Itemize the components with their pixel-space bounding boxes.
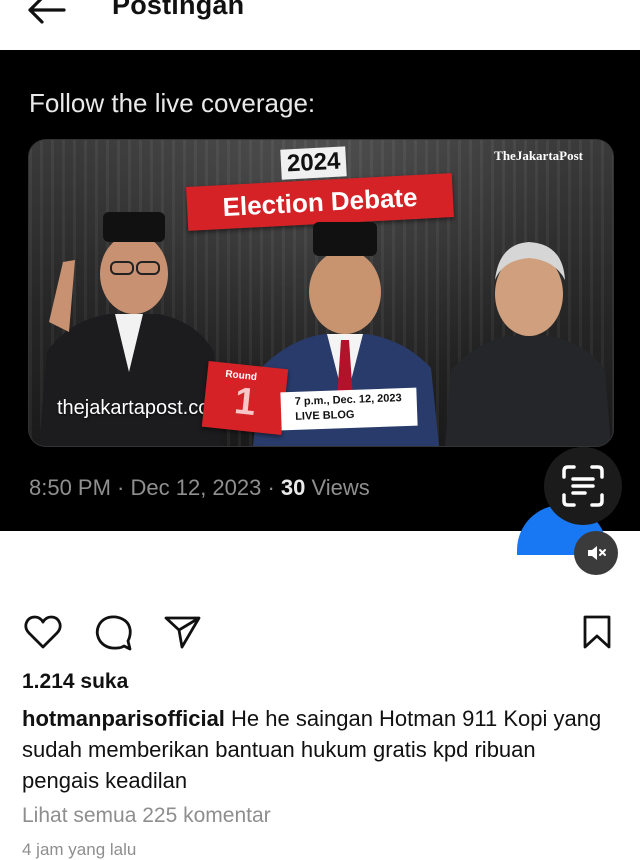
likes-count[interactable]: 1.214 suka	[22, 670, 128, 694]
schedule-box: 7 p.m., Dec. 12, 2023 LIVE BLOG	[280, 387, 418, 431]
arrow-left-icon[interactable]	[24, 0, 68, 26]
tweet-image-card[interactable]: TheJakartaPost 2024 Election Debate thej…	[28, 139, 614, 447]
candidate-right-figure	[445, 242, 611, 446]
post-timestamp: 4 jam yang lalu	[22, 840, 137, 859]
scan-text-button[interactable]	[544, 447, 622, 525]
post-caption: hotmanparisofficial He he saingan Hotman…	[22, 703, 602, 796]
top-bar: Postingan	[0, 0, 640, 50]
schedule-type: LIVE BLOG	[295, 408, 355, 423]
publisher-logo: TheJakartaPost	[494, 148, 583, 163]
mute-button[interactable]	[574, 531, 618, 575]
view-comments-link[interactable]: Lihat semua 225 komentar	[22, 804, 271, 828]
page-title: Postingan	[112, 0, 245, 20]
comment-bubble-icon[interactable]	[95, 614, 133, 652]
scan-text-icon	[562, 465, 604, 507]
views-label: Views	[305, 475, 370, 500]
views-count: 30	[280, 475, 306, 500]
round-number: 1	[232, 380, 258, 425]
heart-icon[interactable]	[24, 614, 62, 650]
tweet-time: 8:50 PM · Dec 12, 2023 ·	[29, 475, 281, 500]
paper-plane-icon[interactable]	[164, 614, 202, 650]
bookmark-icon[interactable]	[582, 614, 612, 650]
tweet-meta: 8:50 PM · Dec 12, 2023 · 30 Views	[29, 475, 370, 501]
speaker-muted-icon	[588, 546, 606, 560]
post-media[interactable]: Follow the live coverage: TheJakartaPost…	[0, 50, 640, 555]
round-badge: Round 1	[201, 360, 289, 436]
site-watermark: thejakartapost.com	[57, 397, 226, 419]
year-badge: 2024	[280, 146, 348, 180]
schedule-date: 7 p.m., Dec. 12, 2023	[294, 392, 402, 408]
tweet-text: Follow the live coverage:	[29, 88, 316, 118]
username[interactable]: hotmanparisofficial	[22, 706, 225, 731]
